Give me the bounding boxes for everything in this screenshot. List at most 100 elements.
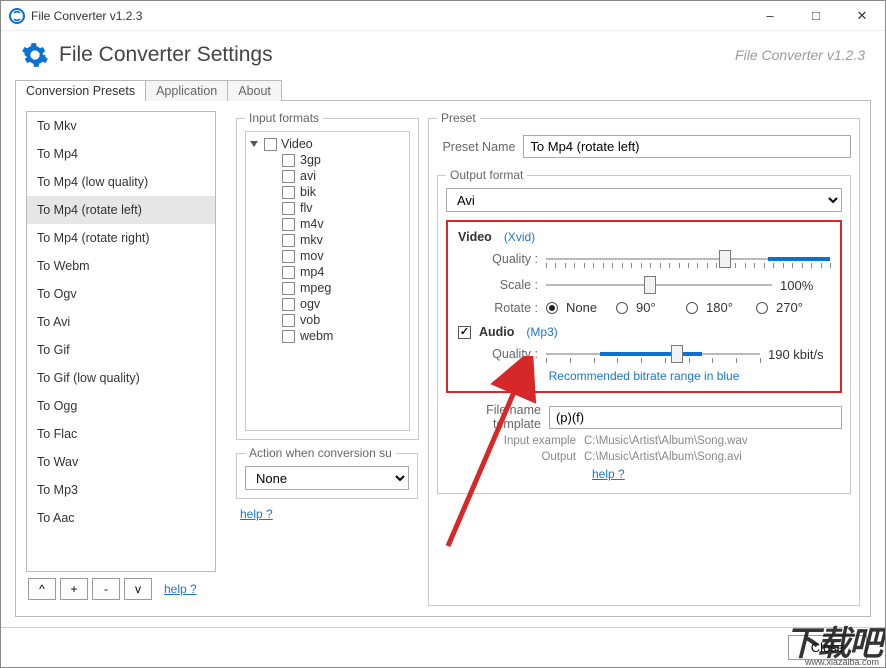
preset-item[interactable]: To Webm [27, 252, 215, 280]
bitrate-hint: Recommended bitrate range in blue [458, 369, 830, 383]
preset-item[interactable]: To Ogg [27, 392, 215, 420]
preset-item[interactable]: To Mp4 (rotate left) [27, 196, 215, 224]
preset-name-input[interactable] [523, 135, 851, 158]
rotate-none-label: None [566, 300, 608, 315]
preset-item[interactable]: To Mp4 (rotate right) [27, 224, 215, 252]
preset-item[interactable]: To Mp3 [27, 476, 215, 504]
help-link[interactable]: help ? [164, 582, 197, 596]
input-formats-tree[interactable]: Video3gpavibikflvm4vmkvmovmp4mpegogvvobw… [245, 131, 410, 431]
input-example-value: C:\Music\Artist\Album\Song.wav [584, 435, 748, 447]
format-checkbox[interactable] [282, 314, 295, 327]
expand-icon[interactable] [250, 141, 258, 147]
close-window-button[interactable]: ✕ [839, 1, 885, 31]
preset-item[interactable]: To Aac [27, 504, 215, 532]
format-label: mkv [300, 233, 323, 247]
preset-item[interactable]: To Mp4 [27, 140, 215, 168]
format-checkbox[interactable] [282, 202, 295, 215]
format-label: m4v [300, 217, 324, 231]
format-label: mp4 [300, 265, 324, 279]
audio-checkbox[interactable] [458, 326, 471, 339]
input-formats-field: Input formats Video3gpavibikflvm4vmkvmov… [236, 111, 419, 440]
preset-down-button[interactable]: v [124, 578, 152, 600]
preset-field: Preset Preset Name Output format Avi Vid… [428, 111, 860, 606]
format-checkbox[interactable] [282, 282, 295, 295]
format-checkbox[interactable] [282, 266, 295, 279]
tab-about[interactable]: About [227, 80, 282, 101]
format-checkbox[interactable] [282, 298, 295, 311]
preset-item[interactable]: To Flac [27, 420, 215, 448]
preset-up-button[interactable]: ^ [28, 578, 56, 600]
title-bar: File Converter v1.2.3 – □ ✕ [1, 1, 885, 31]
format-checkbox[interactable] [282, 330, 295, 343]
output-format-select[interactable]: Avi [446, 188, 842, 212]
help-link-3[interactable]: help ? [592, 467, 625, 481]
preset-add-button[interactable]: + [60, 578, 88, 600]
rotate-270-radio[interactable] [756, 302, 768, 314]
format-label: bik [300, 185, 316, 199]
format-label: ogv [300, 297, 320, 311]
audio-codec: (Mp3) [526, 325, 557, 339]
rotate-90-radio[interactable] [616, 302, 628, 314]
format-checkbox[interactable] [282, 186, 295, 199]
format-label: 3gp [300, 153, 321, 167]
preset-item[interactable]: To Gif [27, 336, 215, 364]
preset-item[interactable]: To Wav [27, 448, 215, 476]
help-link-2[interactable]: help ? [240, 507, 418, 521]
tab-conversion-presets[interactable]: Conversion Presets [15, 80, 146, 101]
maximize-button[interactable]: □ [793, 1, 839, 31]
format-label: avi [300, 169, 316, 183]
rotate-label: Rotate : [458, 301, 538, 315]
action-legend: Action when conversion su [245, 446, 396, 460]
format-label: mov [300, 249, 324, 263]
rotate-none-radio[interactable] [546, 302, 558, 314]
file-name-template-input[interactable] [549, 406, 842, 429]
preset-item[interactable]: To Ogv [27, 280, 215, 308]
preset-legend: Preset [437, 111, 480, 125]
input-formats-legend: Input formats [245, 111, 323, 125]
audio-bitrate: 190 kbit/s [768, 347, 830, 362]
window-title: File Converter v1.2.3 [31, 9, 747, 23]
rotate-180-radio[interactable] [686, 302, 698, 314]
preset-item[interactable]: To Mkv [27, 112, 215, 140]
audio-quality-slider[interactable] [546, 343, 760, 365]
format-checkbox[interactable] [282, 234, 295, 247]
encoder-highlight-box: Video (Xvid) Quality : [446, 220, 842, 393]
format-checkbox[interactable] [282, 170, 295, 183]
preset-list: To MkvTo Mp4To Mp4 (low quality)To Mp4 (… [26, 111, 216, 572]
header: File Converter Settings File Converter v… [1, 31, 885, 75]
tab-application[interactable]: Application [145, 80, 228, 101]
app-icon [9, 8, 25, 24]
format-checkbox[interactable] [282, 250, 295, 263]
video-quality-label: Quality : [458, 252, 538, 266]
action-select[interactable]: None [245, 466, 409, 490]
audio-title: Audio [479, 325, 514, 339]
scale-value: 100% [780, 278, 830, 293]
scale-slider[interactable] [546, 274, 772, 296]
video-quality-slider[interactable] [546, 248, 830, 270]
format-checkbox[interactable] [282, 218, 295, 231]
preset-del-button[interactable]: - [92, 578, 120, 600]
preset-name-label: Preset Name [437, 140, 515, 154]
version-label: File Converter v1.2.3 [735, 47, 865, 63]
rotate-270-label: 270° [776, 300, 818, 315]
output-format-legend: Output format [446, 168, 527, 182]
preset-item[interactable]: To Gif (low quality) [27, 364, 215, 392]
format-label: flv [300, 201, 313, 215]
footer: Close 下载吧 www.xiazaiba.com [1, 627, 885, 667]
tab-page: To MkvTo Mp4To Mp4 (low quality)To Mp4 (… [15, 100, 871, 617]
preset-item[interactable]: To Mp4 (low quality) [27, 168, 215, 196]
video-title: Video [458, 230, 492, 244]
rotate-180-label: 180° [706, 300, 748, 315]
action-field: Action when conversion su None [236, 446, 418, 499]
output-format-field: Output format Avi Video (Xvid) Quality : [437, 168, 851, 494]
format-label: webm [300, 329, 333, 343]
video-root-checkbox[interactable] [264, 138, 277, 151]
format-checkbox[interactable] [282, 154, 295, 167]
page-title: File Converter Settings [59, 43, 735, 67]
preset-item[interactable]: To Avi [27, 308, 215, 336]
output-example-label: Output [446, 451, 576, 463]
watermark: 下载吧 www.xiazaiba.com [745, 617, 885, 667]
preset-buttons: ^ + - v help ? [26, 572, 226, 606]
input-example-label: Input example [446, 435, 576, 447]
minimize-button[interactable]: – [747, 1, 793, 31]
